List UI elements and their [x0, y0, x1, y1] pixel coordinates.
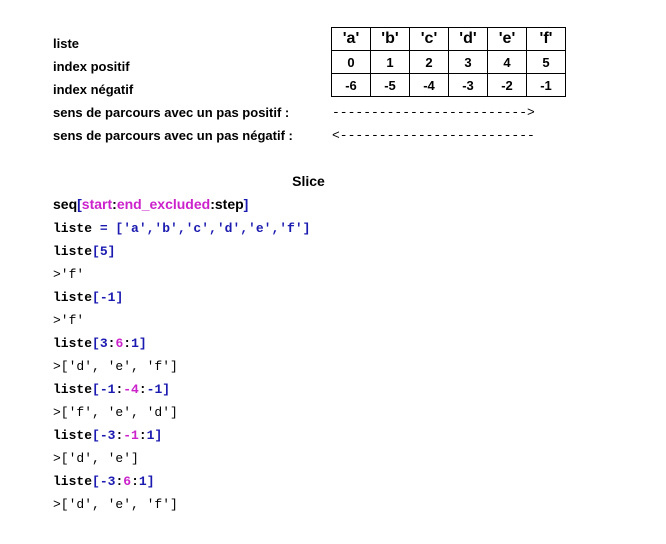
code-bracket: ]	[107, 244, 116, 259]
code-name: liste	[53, 382, 93, 397]
code-line: liste[-1:-4:-1]	[53, 382, 170, 397]
code-output: >['d', 'e', 'f']	[53, 497, 178, 512]
code-index: 5	[99, 244, 108, 259]
code-start: -3	[99, 474, 116, 489]
label-sens-positif: sens de parcours avec un pas positif :	[53, 105, 290, 120]
syntax-end: end_excluded	[116, 196, 211, 212]
code-name: liste	[53, 221, 93, 236]
table-cell: -1	[526, 73, 566, 97]
code-bracket: ]	[115, 290, 124, 305]
code-end: -1	[123, 428, 139, 443]
code-name: liste	[53, 244, 93, 259]
table-row-negative: -6 -5 -4 -3 -2 -1	[331, 73, 566, 97]
code-bracket: ]	[138, 336, 147, 351]
table-row-letters: 'a' 'b' 'c' 'd' 'e' 'f'	[331, 27, 566, 51]
code-bracket: [	[92, 382, 100, 397]
arrow-positive: ------------------------->	[332, 105, 535, 120]
code-bracket: [	[92, 244, 100, 259]
code-end: -4	[123, 382, 139, 397]
table-row-positive: 0 1 2 3 4 5	[331, 50, 566, 74]
syntax-bracket: ]	[243, 196, 249, 212]
label-liste: liste	[53, 36, 80, 51]
code-output: >'f'	[53, 267, 85, 282]
table-cell: -3	[448, 73, 488, 97]
code-name: liste	[53, 336, 93, 351]
code-colon: :	[138, 428, 147, 443]
table-cell: 'c'	[409, 27, 449, 51]
code-step: 1	[138, 474, 147, 489]
label-index-positif: index positif	[53, 59, 130, 74]
code-line: liste[-3:-1:1]	[53, 428, 162, 443]
code-bracket: [	[92, 290, 100, 305]
code-colon: :	[123, 336, 132, 351]
code-index: -1	[99, 290, 116, 305]
code-output: >['d', 'e', 'f']	[53, 359, 178, 374]
table-cell: -4	[409, 73, 449, 97]
code-bracket: ]	[146, 474, 155, 489]
code-line: liste[5]	[53, 244, 115, 259]
code-line: liste[3:6:1]	[53, 336, 147, 351]
code-line: liste = ['a','b','c','d','e','f']	[53, 221, 310, 236]
table-cell: 'd'	[448, 27, 488, 51]
syntax-seq: seq	[53, 196, 78, 212]
table-cell: -6	[331, 73, 371, 97]
code-output: >['d', 'e']	[53, 451, 139, 466]
syntax-step: step	[214, 196, 244, 212]
code-bracket: [	[92, 428, 100, 443]
table-cell: 3	[448, 50, 488, 74]
code-start: -3	[99, 428, 116, 443]
table-cell: 'e'	[487, 27, 527, 51]
code-name: liste	[53, 290, 93, 305]
table-cell: 0	[331, 50, 371, 74]
table-cell: 1	[370, 50, 410, 74]
slice-syntax: seq[start:end_excluded:step]	[53, 196, 248, 212]
code-step: 1	[131, 336, 139, 351]
code-start: -1	[99, 382, 116, 397]
table-cell: 'f'	[526, 27, 566, 51]
code-bracket: ]	[154, 428, 163, 443]
code-colon: :	[138, 382, 147, 397]
code-bracket: ]	[162, 382, 171, 397]
table-cell: 'b'	[370, 27, 410, 51]
code-output: >['f', 'e', 'd']	[53, 405, 178, 420]
table-cell: 5	[526, 50, 566, 74]
arrow-negative: <-------------------------	[332, 128, 535, 143]
code-step: -1	[146, 382, 163, 397]
code-colon: :	[131, 474, 139, 489]
code-bracket: [	[92, 336, 100, 351]
code-line: liste[-1]	[53, 290, 123, 305]
code-end: 6	[123, 474, 132, 489]
code-start: 3	[99, 336, 108, 351]
section-title: Slice	[292, 173, 325, 189]
table-cell: 4	[487, 50, 527, 74]
index-table: 'a' 'b' 'c' 'd' 'e' 'f' 0 1 2 3 4 5 -6 -…	[331, 27, 566, 97]
table-cell: 'a'	[331, 27, 371, 51]
code-value: = ['a','b','c','d','e','f']	[92, 221, 311, 236]
code-line: liste[-3:6:1]	[53, 474, 155, 489]
code-name: liste	[53, 428, 93, 443]
label-index-negatif: index négatif	[53, 82, 134, 97]
code-name: liste	[53, 474, 93, 489]
label-sens-negatif: sens de parcours avec un pas négatif :	[53, 128, 293, 143]
table-cell: 2	[409, 50, 449, 74]
code-output: >'f'	[53, 313, 85, 328]
code-bracket: [	[92, 474, 100, 489]
table-cell: -2	[487, 73, 527, 97]
table-cell: -5	[370, 73, 410, 97]
syntax-start: start	[81, 196, 113, 212]
